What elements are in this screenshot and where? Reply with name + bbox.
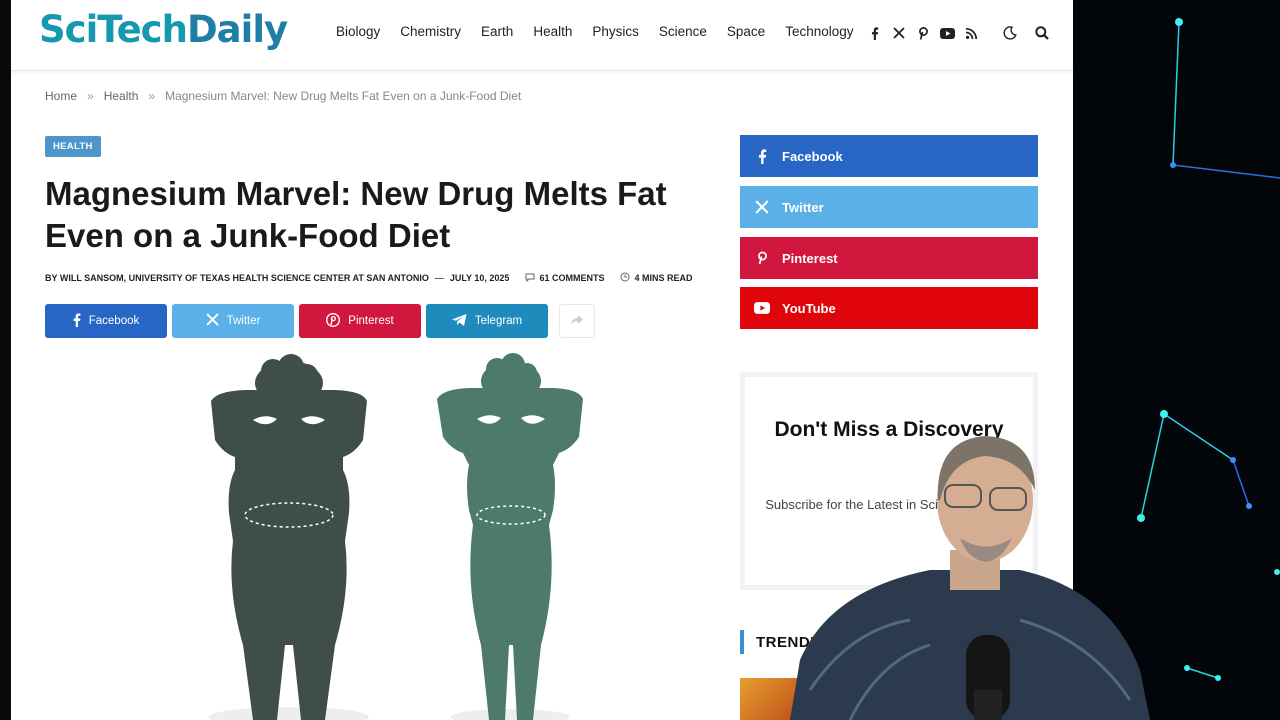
header-social-links — [863, 22, 983, 44]
x-icon — [205, 313, 219, 329]
figure-after — [437, 353, 583, 720]
left-screen-strip — [0, 0, 11, 720]
breadcrumb-home[interactable]: Home — [45, 89, 77, 103]
site-header: SciTechDaily Biology Chemistry Earth Hea… — [11, 0, 1073, 71]
nav-item-health[interactable]: Health — [533, 24, 572, 39]
share-facebook-button[interactable]: Facebook — [45, 304, 167, 338]
logo-text-sci: Sci — [39, 8, 98, 51]
presenter-video — [790, 436, 1150, 720]
sidebar-youtube-button[interactable]: YouTube — [740, 287, 1038, 329]
category-tag[interactable]: HEALTH — [45, 136, 101, 157]
nav-item-chemistry[interactable]: Chemistry — [400, 24, 461, 39]
dark-mode-icon[interactable] — [994, 22, 1026, 44]
pinterest-icon — [326, 312, 341, 330]
article-author[interactable]: BY WILL SANSOM, UNIVERSITY OF TEXAS HEAL… — [45, 273, 429, 283]
facebook-icon — [73, 312, 81, 330]
x-icon — [754, 200, 770, 214]
share-twitter-button[interactable]: Twitter — [172, 304, 294, 338]
facebook-icon[interactable] — [863, 22, 887, 44]
telegram-icon — [451, 313, 467, 329]
share-buttons: Facebook Twitter Pinterest Telegram — [45, 304, 595, 338]
nav-item-science[interactable]: Science — [659, 24, 707, 39]
breadcrumb-health[interactable]: Health — [104, 89, 139, 103]
sidebar-pinterest-button[interactable]: Pinterest — [740, 237, 1038, 279]
sidebar-facebook-button[interactable]: Facebook — [740, 135, 1038, 177]
rss-icon[interactable] — [959, 22, 983, 44]
share-more-button[interactable] — [559, 304, 595, 338]
share-arrow-icon — [571, 312, 583, 330]
breadcrumb-separator: » — [87, 89, 94, 103]
logo-text-tech: Tech — [97, 8, 188, 51]
share-pinterest-label: Pinterest — [348, 315, 394, 327]
article-comments[interactable]: 61 COMMENTS — [539, 273, 604, 283]
pinterest-icon[interactable] — [911, 22, 935, 44]
main-nav: Biology Chemistry Earth Health Physics S… — [336, 24, 874, 39]
logo-text-daily: Daily — [186, 8, 288, 51]
breadcrumb-current: Magnesium Marvel: New Drug Melts Fat Eve… — [165, 89, 522, 103]
site-logo[interactable]: SciTechDaily — [39, 8, 288, 51]
hero-image — [45, 345, 705, 720]
nav-item-space[interactable]: Space — [727, 24, 765, 39]
nav-item-earth[interactable]: Earth — [481, 24, 513, 39]
header-tools — [994, 22, 1058, 44]
breadcrumb-separator: » — [148, 89, 156, 103]
figure-before — [211, 354, 367, 720]
share-twitter-label: Twitter — [226, 315, 261, 327]
nav-item-biology[interactable]: Biology — [336, 24, 380, 39]
article-meta: BY WILL SANSOM, UNIVERSITY OF TEXAS HEAL… — [45, 272, 692, 284]
sidebar-pinterest-label: Pinterest — [782, 250, 838, 266]
share-telegram-label: Telegram — [474, 315, 523, 327]
comment-icon — [525, 273, 535, 284]
search-icon[interactable] — [1026, 22, 1058, 44]
sidebar-facebook-label: Facebook — [782, 148, 843, 164]
sidebar-twitter-button[interactable]: Twitter — [740, 186, 1038, 228]
article-title: Magnesium Marvel: New Drug Melts Fat Eve… — [45, 175, 667, 254]
clock-icon — [620, 272, 630, 284]
share-pinterest-button[interactable]: Pinterest — [299, 304, 421, 338]
sidebar-youtube-label: YouTube — [782, 300, 836, 316]
meta-dash: — — [434, 273, 444, 283]
share-telegram-button[interactable]: Telegram — [426, 304, 548, 338]
share-facebook-label: Facebook — [88, 315, 140, 327]
nav-item-technology[interactable]: Technology — [785, 24, 853, 39]
x-icon[interactable] — [887, 22, 911, 44]
breadcrumb: Home » Health » Magnesium Marvel: New Dr… — [45, 89, 521, 103]
nav-item-physics[interactable]: Physics — [592, 24, 639, 39]
webcam-presenter-overlay — [790, 430, 1150, 720]
sidebar-twitter-label: Twitter — [782, 199, 824, 215]
article-date: JULY 10, 2025 — [449, 273, 510, 283]
youtube-icon[interactable] — [935, 22, 959, 44]
pinterest-icon — [754, 251, 770, 265]
facebook-icon — [754, 148, 770, 164]
youtube-icon — [754, 302, 770, 314]
weight-loss-illustration — [209, 353, 583, 720]
article-read-time: 4 MINS READ — [634, 273, 693, 283]
